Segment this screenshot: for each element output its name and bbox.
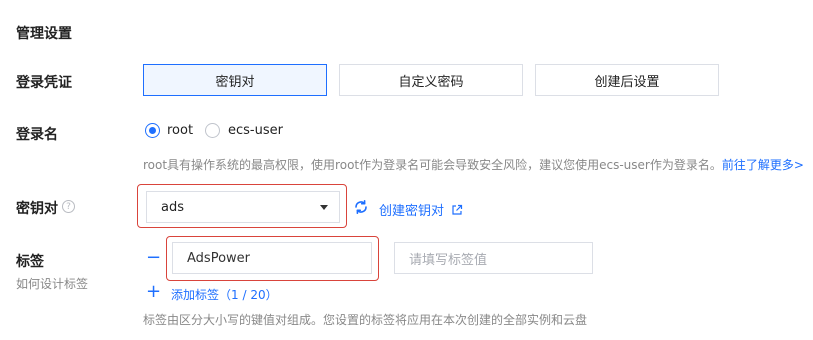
add-tag-label[interactable]: 添加标签 [171, 288, 219, 302]
radio-ecs-user-label[interactable]: ecs-user [228, 123, 283, 138]
radio-root[interactable] [145, 123, 160, 138]
credential-option-key-pair[interactable]: 密钥对 [143, 64, 327, 96]
login-name-label: 登录名 [16, 127, 58, 143]
minus-icon[interactable]: − [146, 249, 161, 267]
refresh-icon[interactable] [353, 199, 369, 215]
chevron-down-icon [320, 205, 328, 210]
create-key-pair-link-wrap[interactable]: 创建密钥对 [379, 200, 463, 220]
create-key-pair-link[interactable]: 创建密钥对 [379, 204, 444, 219]
key-pair-label: 密钥对 [16, 201, 58, 217]
tag-count: （1 / 20） [219, 288, 278, 302]
tags-hint: 标签由区分大小写的键值对组成。您设置的标签将应用在本次创建的全部实例和云盘 [143, 313, 588, 327]
question-circle-icon[interactable]: ? [62, 200, 75, 213]
tags-label: 标签 [16, 254, 44, 270]
section-title: 管理设置 [16, 26, 72, 42]
tag-key-input[interactable]: AdsPower [172, 242, 372, 274]
login-credential-label: 登录凭证 [16, 75, 72, 91]
external-link-icon [451, 201, 463, 220]
tags-design-sublabel[interactable]: 如何设计标签 [16, 275, 88, 292]
key-pair-select-value: ads [161, 200, 184, 215]
login-name-hint: root具有操作系统的最高权限，使用root作为登录名可能会导致安全风险，建议您… [143, 158, 722, 172]
key-pair-select[interactable]: ads [146, 191, 340, 223]
tag-value-placeholder: 请填写标签值 [409, 252, 488, 268]
add-tag-button[interactable]: 添加标签（1 / 20） [171, 284, 278, 303]
credential-option-set-after-creation[interactable]: 创建后设置 [535, 64, 719, 96]
learn-more-link[interactable]: 前往了解更多> [722, 158, 804, 172]
plus-icon[interactable]: + [146, 283, 161, 301]
radio-root-label[interactable]: root [167, 123, 193, 138]
tag-key-input-value: AdsPower [187, 250, 250, 266]
login-name-hint-wrap: root具有操作系统的最高权限，使用root作为登录名可能会导致安全风险，建议您… [143, 154, 804, 173]
credential-option-custom-password[interactable]: 自定义密码 [339, 64, 523, 96]
tag-value-input[interactable]: 请填写标签值 [394, 242, 593, 274]
radio-ecs-user[interactable] [205, 123, 220, 138]
